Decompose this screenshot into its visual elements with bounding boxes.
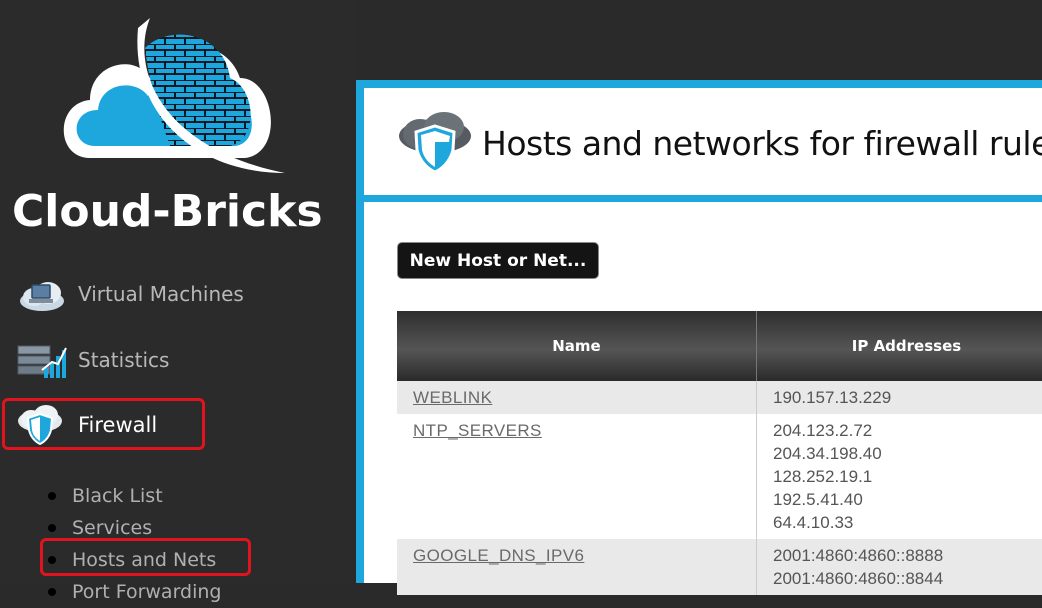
main-panel: Hosts and networks for firewall rules Ne…: [356, 80, 1042, 583]
bullet-icon: [48, 492, 56, 500]
submenu-item-label: Port Forwarding: [72, 581, 222, 603]
page-header: Hosts and networks for firewall rules: [364, 88, 1042, 202]
brand-name: Cloud-Bricks: [12, 186, 323, 237]
ip-addresses-cell: 204.123.2.72 204.34.198.40 128.252.19.1 …: [757, 414, 1042, 539]
submenu-item-black-list[interactable]: Black List: [48, 480, 222, 512]
hosts-table: Name IP Addresses WEBLINK 190.157.13.229…: [397, 311, 1042, 595]
column-header-name[interactable]: Name: [397, 311, 757, 381]
ip-addresses-cell: 190.157.13.229: [757, 381, 1042, 414]
table-row: NTP_SERVERS 204.123.2.72 204.34.198.40 1…: [397, 414, 1042, 539]
host-name-cell: GOOGLE_DNS_IPV6: [397, 539, 757, 595]
submenu-item-port-forwarding[interactable]: Port Forwarding: [48, 576, 222, 608]
sidebar-item-label: Statistics: [78, 348, 169, 372]
ip-address: 192.5.41.40: [773, 488, 1040, 511]
host-name-link[interactable]: GOOGLE_DNS_IPV6: [413, 546, 584, 565]
ip-address: 2001:4860:4860::8844: [773, 567, 1040, 590]
host-name-link[interactable]: NTP_SERVERS: [413, 421, 542, 440]
table-row: GOOGLE_DNS_IPV6 2001:4860:4860::8888 200…: [397, 539, 1042, 595]
ip-address: 128.252.19.1: [773, 465, 1040, 488]
column-header-ip-addresses[interactable]: IP Addresses: [757, 311, 1042, 381]
firewall-highlight-box: [2, 398, 205, 450]
table-header-row: Name IP Addresses: [397, 311, 1042, 381]
hosts-and-nets-highlight-box: [40, 538, 251, 576]
host-name-link[interactable]: WEBLINK: [413, 388, 492, 407]
ip-address: 64.4.10.33: [773, 511, 1040, 534]
ip-addresses-cell: 2001:4860:4860::8888 2001:4860:4860::884…: [757, 539, 1042, 595]
ip-address: 204.34.198.40: [773, 442, 1040, 465]
cloud-brick-logo-icon: [50, 8, 290, 188]
host-name-cell: NTP_SERVERS: [397, 414, 757, 539]
sidebar-item-virtual-machines[interactable]: Virtual Machines: [16, 272, 244, 316]
bullet-icon: [48, 524, 56, 532]
sidebar-item-statistics[interactable]: Statistics: [16, 338, 169, 382]
submenu-item-label: Services: [72, 517, 152, 539]
bullet-icon: [48, 588, 56, 596]
cloud-computer-icon: [16, 272, 68, 316]
sidebar: Cloud-Bricks Virtual Machines: [0, 0, 356, 583]
ip-address: 190.157.13.229: [773, 386, 1040, 409]
server-chart-icon: [16, 338, 68, 382]
table-row: WEBLINK 190.157.13.229: [397, 381, 1042, 414]
new-host-or-net-button[interactable]: New Host or Net...: [397, 242, 599, 279]
cloud-shield-icon: [396, 112, 474, 180]
host-name-cell: WEBLINK: [397, 381, 757, 414]
ip-address: 2001:4860:4860::8888: [773, 544, 1040, 567]
ip-address: 204.123.2.72: [773, 419, 1040, 442]
sidebar-item-label: Virtual Machines: [78, 282, 244, 306]
submenu-item-label: Black List: [72, 485, 163, 507]
page-title: Hosts and networks for firewall rules: [482, 124, 1042, 163]
